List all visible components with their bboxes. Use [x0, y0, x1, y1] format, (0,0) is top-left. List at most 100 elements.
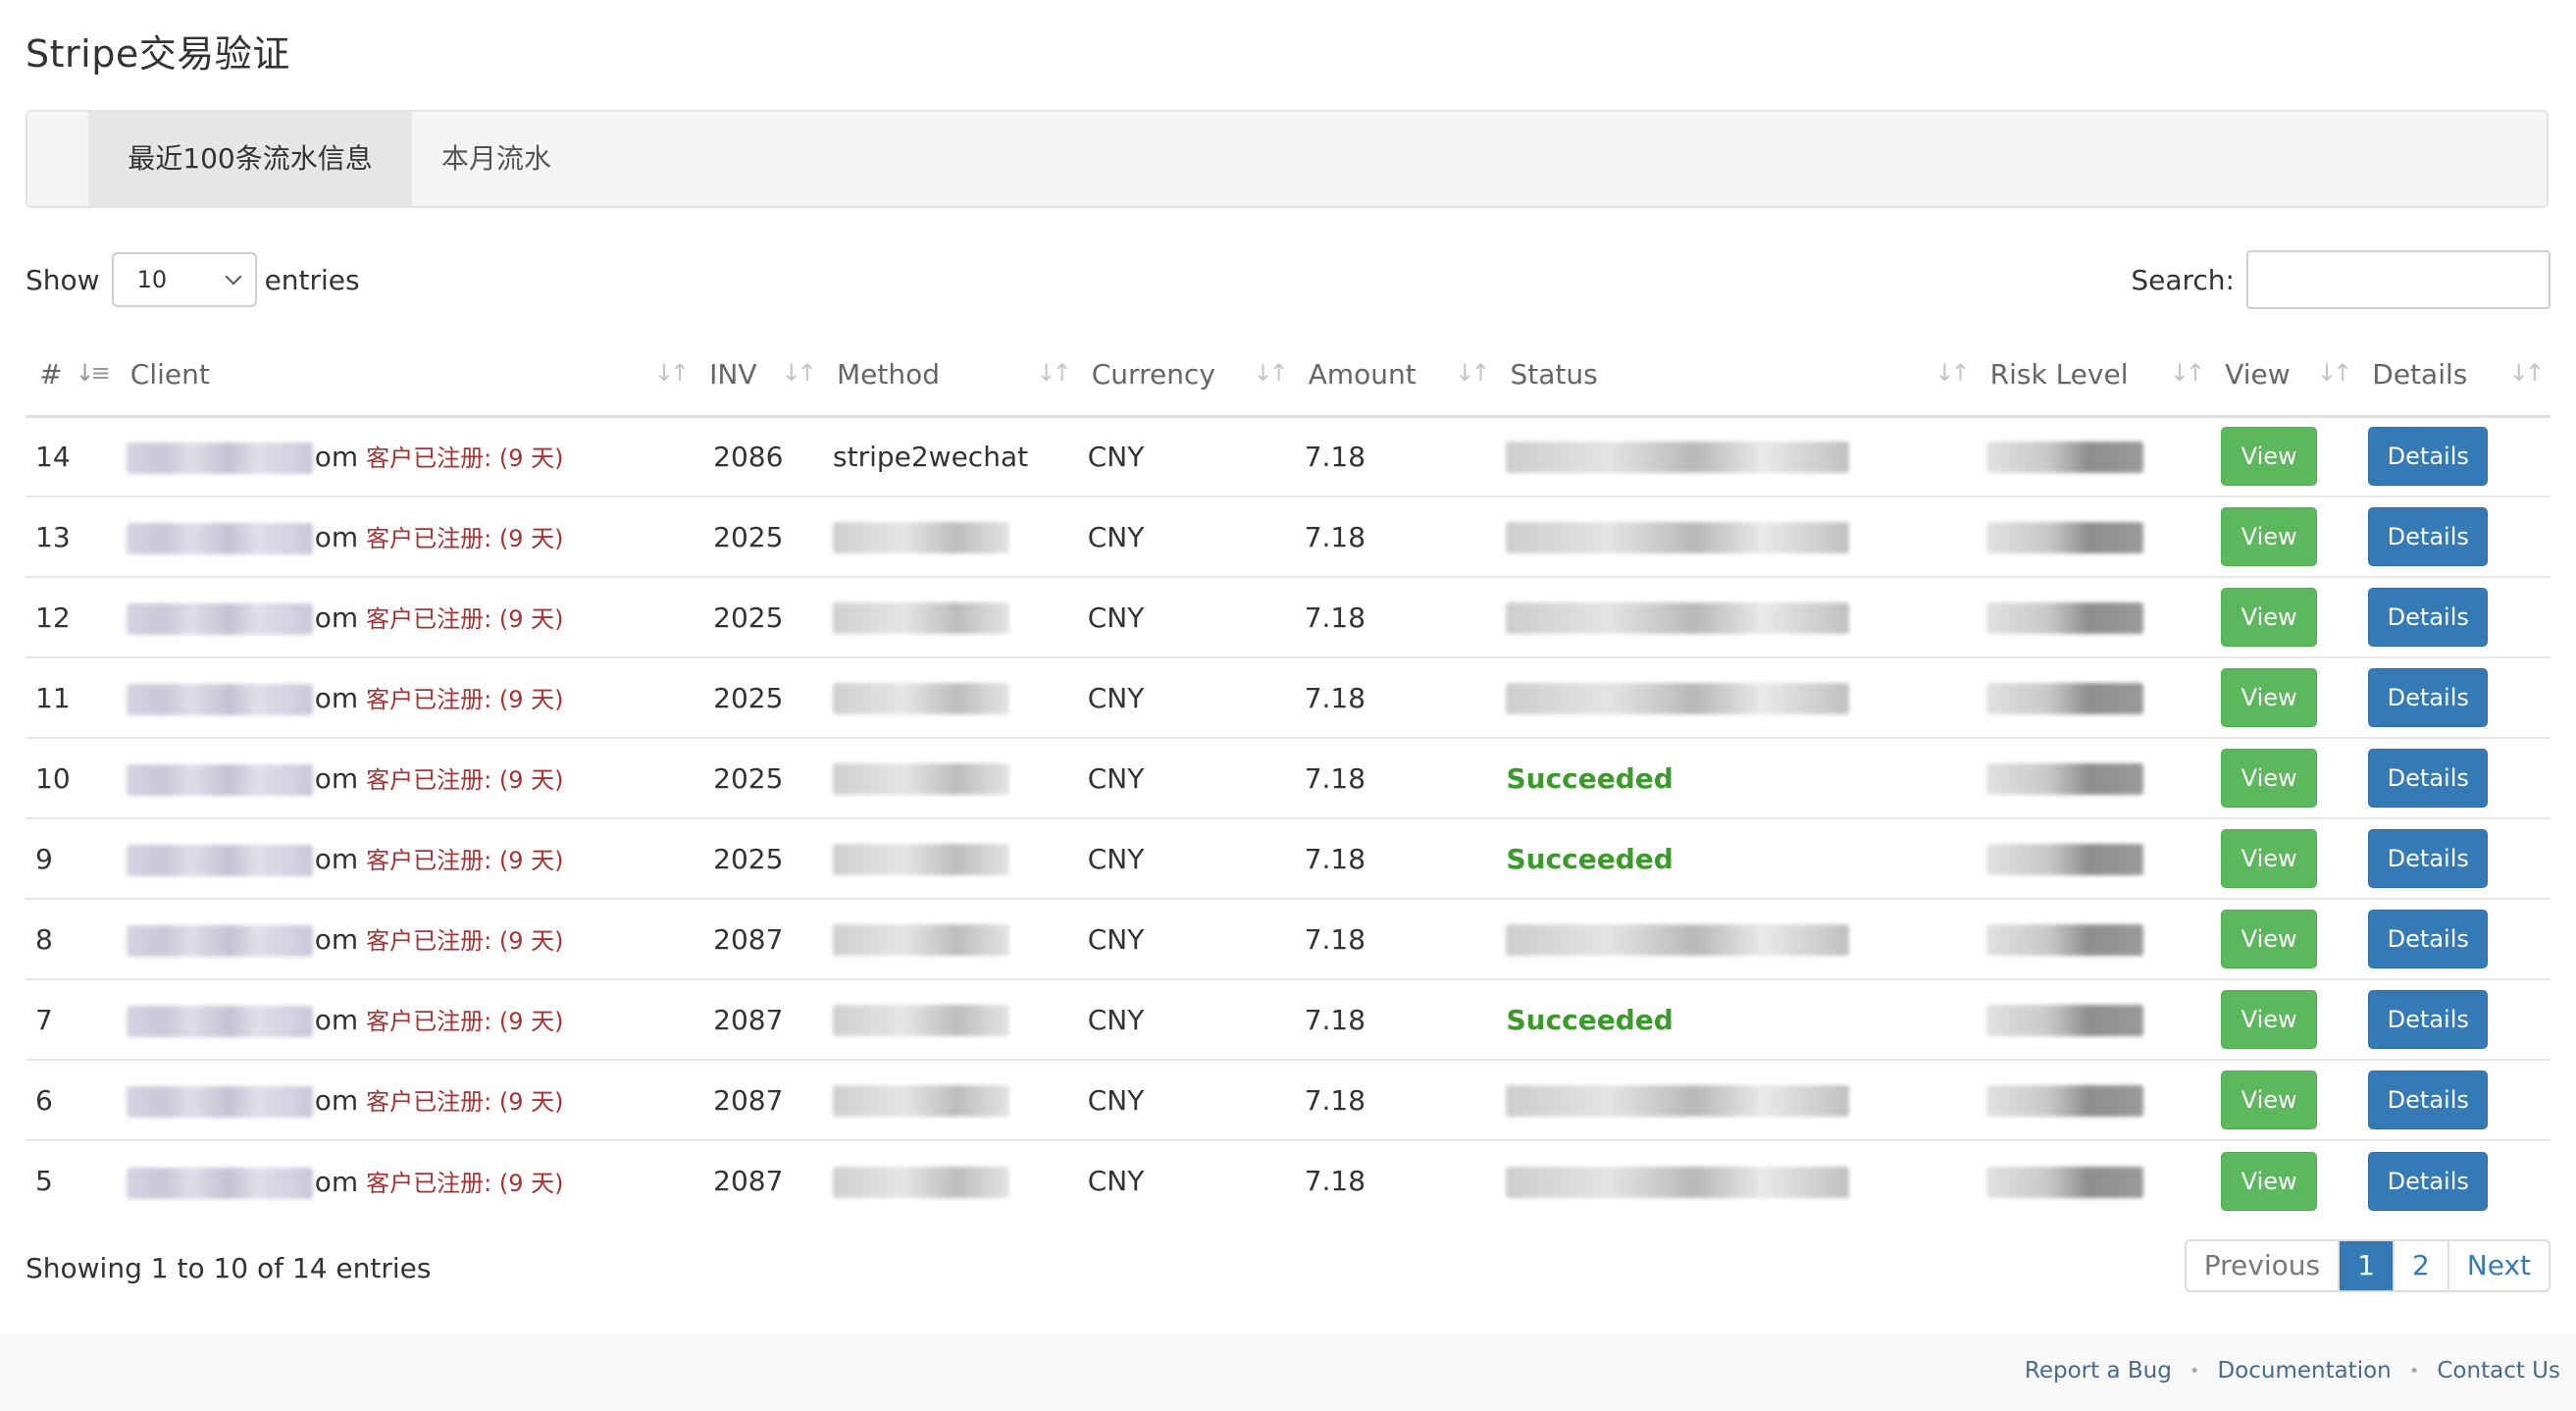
column-header-method[interactable]: Method ↓↑ [823, 334, 1078, 418]
client-cell: om 客户已注册: (9 天) [117, 416, 696, 496]
client-email-suffix[interactable]: om [315, 601, 358, 634]
invoice-link[interactable]: 2087 [696, 898, 823, 979]
column-header-amount[interactable]: Amount ↓↑ [1294, 334, 1497, 418]
amount-cell: 7.18 [1294, 576, 1497, 657]
redacted-risk-level [1985, 1005, 2143, 1036]
details-button[interactable]: Details [2368, 507, 2489, 566]
view-cell: View [2211, 656, 2359, 738]
amount-cell: 7.18 [1294, 1059, 1497, 1140]
column-header-inv[interactable]: INV ↓↑ [696, 334, 823, 418]
view-button[interactable]: View [2221, 427, 2318, 487]
currency-cell: CNY [1077, 978, 1295, 1060]
client-email-suffix[interactable]: om [315, 762, 358, 795]
details-button[interactable]: Details [2368, 1151, 2489, 1211]
table-info: Showing 1 to 10 of 14 entries [26, 1252, 432, 1284]
column-header-client[interactable]: Client ↓↑ [116, 334, 696, 418]
method-cell [823, 1059, 1078, 1140]
view-button[interactable]: View [2221, 588, 2318, 647]
invoice-link[interactable]: 2086 [696, 416, 823, 496]
method-cell [823, 817, 1078, 899]
view-button[interactable]: View [2221, 990, 2318, 1049]
details-button[interactable]: Details [2368, 749, 2489, 808]
view-button[interactable]: View [2221, 668, 2318, 727]
risk-level-cell [1976, 817, 2212, 899]
invoice-link[interactable]: 2025 [696, 496, 823, 577]
details-cell: Details [2358, 416, 2550, 496]
view-button[interactable]: View [2221, 829, 2318, 888]
details-button[interactable]: Details [2368, 910, 2489, 968]
client-email-suffix[interactable]: om [315, 441, 358, 473]
tab-bar: 最近100条流水信息 本月流水 [26, 110, 2549, 208]
entries-select[interactable]: 10 [111, 252, 257, 307]
details-button[interactable]: Details [2368, 427, 2489, 487]
invoice-link[interactable]: 2087 [696, 978, 823, 1060]
view-button[interactable]: View [2221, 507, 2318, 566]
amount-cell: 7.18 [1294, 737, 1497, 818]
column-header-currency[interactable]: Currency ↓↑ [1077, 334, 1295, 418]
tab-recent-100[interactable]: 最近100条流水信息 [88, 112, 412, 206]
amount-cell: 7.18 [1304, 440, 1366, 473]
details-button[interactable]: Details [2368, 990, 2489, 1049]
invoice-link[interactable]: 2025 [696, 737, 823, 818]
view-button[interactable]: View [2221, 1151, 2318, 1211]
search-input[interactable] [2246, 250, 2550, 309]
client-email-suffix[interactable]: om [315, 682, 358, 714]
sort-icon: ↓↑ [2317, 359, 2352, 387]
method-cell [823, 1139, 1078, 1221]
pagination-next[interactable]: Next [2447, 1241, 2549, 1290]
column-header-number[interactable]: # ↓≡ [26, 334, 117, 418]
report-bug-link[interactable]: Report a Bug [2025, 1358, 2172, 1384]
footer: Report a Bug • Documentation • Contact U… [0, 1333, 2576, 1411]
invoice-link[interactable]: 2025 [696, 656, 823, 738]
pagination-page-1[interactable]: 1 [2338, 1241, 2393, 1290]
redacted-status [1506, 522, 1850, 553]
details-cell: Details [2358, 1059, 2550, 1140]
details-cell: Details [2358, 576, 2550, 657]
invoice-link[interactable]: 2025 [696, 576, 823, 657]
documentation-link[interactable]: Documentation [2217, 1358, 2391, 1384]
row-number: 9 [26, 817, 117, 899]
tab-this-month[interactable]: 本月流水 [412, 112, 581, 206]
client-email-suffix[interactable]: om [315, 1084, 358, 1117]
details-button[interactable]: Details [2368, 829, 2489, 888]
currency-cell: CNY [1077, 576, 1295, 657]
client-registered-note: 客户已注册: (9 天) [366, 1169, 564, 1197]
client-email-suffix[interactable]: om [315, 521, 358, 553]
method-text: stripe2wechat [833, 440, 1029, 473]
view-button[interactable]: View [2221, 910, 2318, 968]
client-registered-note: 客户已注册: (9 天) [366, 1088, 564, 1116]
redacted-method [833, 1005, 1009, 1036]
sort-icon: ↓↑ [1455, 359, 1490, 387]
client-email-suffix[interactable]: om [315, 843, 358, 875]
column-header-risk-level[interactable]: Risk Level ↓↑ [1976, 334, 2212, 418]
view-button[interactable]: View [2221, 749, 2318, 808]
column-header-details[interactable]: Details ↓↑ [2358, 334, 2550, 418]
pagination-page-2[interactable]: 2 [2392, 1241, 2447, 1290]
status-succeeded: Succeeded [1506, 761, 1674, 795]
details-button[interactable]: Details [2368, 1071, 2489, 1129]
pagination-previous[interactable]: Previous [2187, 1241, 2338, 1290]
client-email-suffix[interactable]: om [315, 1004, 358, 1036]
details-button[interactable]: Details [2368, 588, 2489, 647]
redacted-status [1506, 442, 1850, 474]
invoice-link[interactable]: 2025 [696, 817, 823, 899]
column-header-view[interactable]: View ↓↑ [2211, 334, 2359, 418]
view-cell: View [2211, 898, 2359, 979]
status-cell [1496, 1059, 1977, 1140]
client-email-suffix[interactable]: om [315, 923, 358, 956]
status-cell [1496, 1139, 1977, 1221]
redacted-status [1506, 683, 1850, 714]
invoice-link[interactable]: 2087 [696, 1059, 823, 1140]
status-succeeded: Succeeded [1506, 1003, 1674, 1036]
sort-icon: ↓↑ [653, 359, 690, 387]
client-email-suffix[interactable]: om [315, 1166, 358, 1198]
details-button[interactable]: Details [2368, 668, 2489, 727]
client-cell: om 客户已注册: (9 天) [116, 576, 696, 657]
column-header-status[interactable]: Status ↓↑ [1496, 334, 1977, 418]
method-cell [823, 656, 1078, 738]
view-button[interactable]: View [2221, 1071, 2318, 1129]
sort-icon: ↓↑ [781, 359, 817, 387]
invoice-link[interactable]: 2087 [696, 1139, 823, 1221]
risk-level-cell [1976, 978, 2212, 1060]
contact-us-link[interactable]: Contact Us [2437, 1358, 2560, 1384]
